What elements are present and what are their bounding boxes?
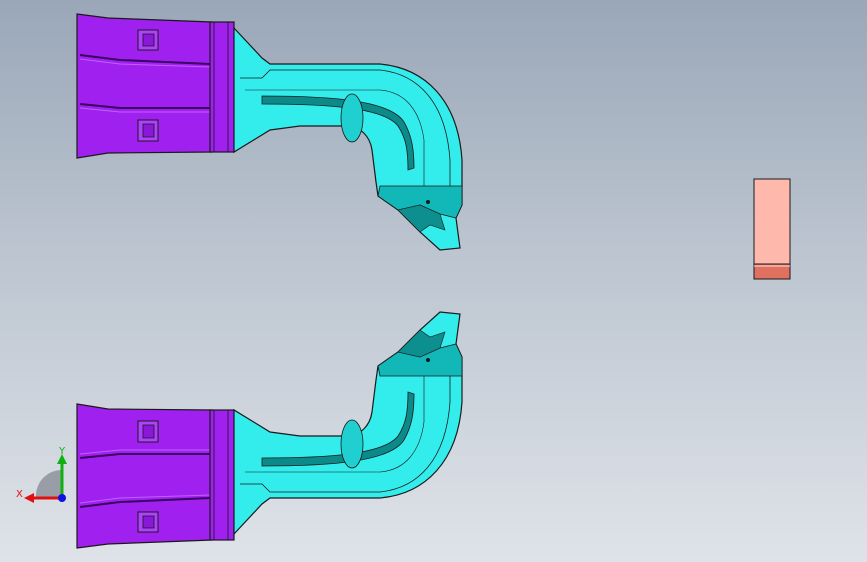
lower-pin xyxy=(426,358,430,362)
lower-part[interactable] xyxy=(76,311,463,549)
upper-clip-bottom[interactable] xyxy=(137,119,159,142)
lower-hole xyxy=(340,419,364,469)
triad-origin-icon xyxy=(58,494,66,502)
lower-clip-bottom[interactable] xyxy=(137,420,159,443)
upper-pin xyxy=(426,200,430,204)
upper-clip-top[interactable] xyxy=(137,29,159,51)
upper-hole xyxy=(340,93,364,143)
upper-part[interactable] xyxy=(76,13,463,251)
triad-x-arrow-icon xyxy=(24,493,34,503)
coordinate-triad: Y X xyxy=(16,446,67,503)
triad-x-label: X xyxy=(16,489,23,500)
graphics-viewport[interactable]: Y X xyxy=(0,0,867,562)
insert-block[interactable] xyxy=(753,178,791,280)
model-scene[interactable]: Y X xyxy=(0,0,867,562)
triad-plane-icon xyxy=(35,469,62,498)
triad-y-label: Y xyxy=(58,446,66,457)
lower-clip-top[interactable] xyxy=(137,511,159,533)
